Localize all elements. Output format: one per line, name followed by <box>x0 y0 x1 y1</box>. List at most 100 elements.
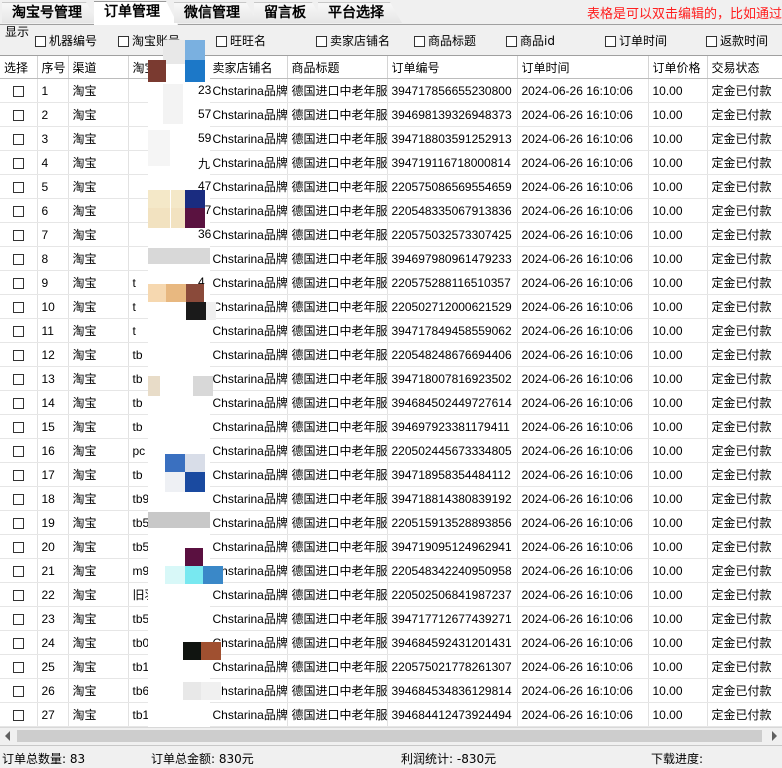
row-order-time[interactable]: 2024-06-26 16:10:06 <box>517 702 649 727</box>
row-index[interactable]: 4 <box>37 150 69 175</box>
row-order-time[interactable]: 2024-06-26 16:10:06 <box>517 414 649 439</box>
col-header-channel[interactable]: 渠道 <box>68 56 129 79</box>
row-order-price[interactable]: 10.00 <box>648 342 708 367</box>
row-order-id[interactable]: 220575288116510357 <box>387 270 518 295</box>
row-index[interactable]: 3 <box>37 126 69 151</box>
option-refund-time[interactable]: 返款时间 <box>706 33 768 49</box>
row-select-cell[interactable] <box>0 414 38 439</box>
row-checkbox[interactable] <box>12 637 24 649</box>
row-order-id[interactable]: 394697923381179411 <box>387 414 518 439</box>
row-order-price[interactable]: 10.00 <box>648 246 708 271</box>
row-select-cell[interactable] <box>0 534 38 559</box>
row-index[interactable]: 16 <box>37 438 69 463</box>
row-order-price[interactable]: 10.00 <box>648 438 708 463</box>
row-channel[interactable]: 淘宝 <box>68 702 129 727</box>
tab-taobao-accounts[interactable]: 淘宝号管理 <box>2 2 98 23</box>
row-channel[interactable]: 淘宝 <box>68 366 129 391</box>
row-trade-status[interactable]: 定金已付款 <box>707 606 782 631</box>
option-machine-number[interactable]: 机器编号 <box>35 33 97 49</box>
row-select-cell[interactable] <box>0 318 38 343</box>
row-channel[interactable]: 淘宝 <box>68 486 129 511</box>
row-trade-status[interactable]: 定金已付款 <box>707 390 782 415</box>
row-product-title[interactable]: 德国进口中老年服 <box>287 678 388 703</box>
row-order-time[interactable]: 2024-06-26 16:10:06 <box>517 390 649 415</box>
row-seller-shop[interactable]: Chstarina品牌 <box>208 654 288 679</box>
row-order-time[interactable]: 2024-06-26 16:10:06 <box>517 126 649 151</box>
row-order-time[interactable]: 2024-06-26 16:10:06 <box>517 342 649 367</box>
row-seller-shop[interactable]: Chstarina品牌 <box>208 486 288 511</box>
row-taobao-account[interactable]: tb6 <box>128 678 209 703</box>
row-index[interactable]: 9 <box>37 270 69 295</box>
row-product-title[interactable]: 德国进口中老年服 <box>287 654 388 679</box>
option-product-id[interactable]: 商品id <box>506 33 555 49</box>
row-order-time[interactable]: 2024-06-26 16:10:06 <box>517 246 649 271</box>
row-order-id[interactable]: 394717712677439271 <box>387 606 518 631</box>
row-index[interactable]: 19 <box>37 510 69 535</box>
row-order-time[interactable]: 2024-06-26 16:10:06 <box>517 678 649 703</box>
row-product-title[interactable]: 德国进口中老年服 <box>287 438 388 463</box>
row-trade-status[interactable]: 定金已付款 <box>707 126 782 151</box>
checkbox[interactable] <box>605 36 616 47</box>
row-order-price[interactable]: 10.00 <box>648 102 708 127</box>
row-order-id[interactable]: 394684502449727614 <box>387 390 518 415</box>
row-channel[interactable]: 淘宝 <box>68 390 129 415</box>
row-channel[interactable]: 淘宝 <box>68 222 129 247</box>
row-order-price[interactable]: 10.00 <box>648 606 708 631</box>
row-order-price[interactable]: 10.00 <box>648 414 708 439</box>
scroll-left-arrow-icon[interactable] <box>5 731 10 741</box>
row-seller-shop[interactable]: Chstarina品牌 <box>208 198 288 223</box>
table-row[interactable]: 6 淘宝 Chstarina品牌 德国进口中老年服 220548335067913836… <box>0 198 782 223</box>
row-order-time[interactable]: 2024-06-26 16:10:06 <box>517 462 649 487</box>
row-index[interactable]: 15 <box>37 414 69 439</box>
row-order-price[interactable]: 10.00 <box>648 486 708 511</box>
row-index[interactable]: 22 <box>37 582 69 607</box>
row-order-id[interactable]: 394719095124962941 <box>387 534 518 559</box>
row-checkbox[interactable] <box>12 253 24 265</box>
row-checkbox[interactable] <box>12 445 24 457</box>
row-product-title[interactable]: 德国进口中老年服 <box>287 558 388 583</box>
row-seller-shop[interactable]: Chstarina品牌 <box>208 318 288 343</box>
row-order-price[interactable]: 10.00 <box>648 222 708 247</box>
row-taobao-account[interactable]: tb0 <box>128 630 209 655</box>
row-index[interactable]: 6 <box>37 198 69 223</box>
row-order-price[interactable]: 10.00 <box>648 174 708 199</box>
row-taobao-account[interactable]: tb9 <box>128 486 209 511</box>
row-order-time[interactable]: 2024-06-26 16:10:06 <box>517 486 649 511</box>
row-taobao-account[interactable]: tb5 <box>128 510 209 535</box>
row-index[interactable]: 17 <box>37 462 69 487</box>
tab-platform-select[interactable]: 平台选择 <box>318 2 402 23</box>
row-seller-shop[interactable]: Chstarina品牌 <box>208 534 288 559</box>
row-product-title[interactable]: 德国进口中老年服 <box>287 318 388 343</box>
col-header-product-title[interactable]: 商品标题 <box>287 56 388 79</box>
row-select-cell[interactable] <box>0 222 38 247</box>
row-select-cell[interactable] <box>0 198 38 223</box>
row-index[interactable]: 1 <box>37 78 69 103</box>
table-row[interactable]: 25 淘宝 tb1 Chstarina品牌 德国进口中老年服 22057502177826… <box>0 654 782 679</box>
row-index[interactable]: 21 <box>37 558 69 583</box>
row-order-time[interactable]: 2024-06-26 16:10:06 <box>517 534 649 559</box>
option-wangwang-name[interactable]: 旺旺名 <box>216 33 266 49</box>
row-index[interactable]: 26 <box>37 678 69 703</box>
row-order-id[interactable]: 394719116718000814 <box>387 150 518 175</box>
row-order-time[interactable]: 2024-06-26 16:10:06 <box>517 558 649 583</box>
row-index[interactable]: 10 <box>37 294 69 319</box>
row-trade-status[interactable]: 定金已付款 <box>707 318 782 343</box>
row-order-time[interactable]: 2024-06-26 16:10:06 <box>517 150 649 175</box>
row-order-time[interactable]: 2024-06-26 16:10:06 <box>517 222 649 247</box>
row-product-title[interactable]: 德国进口中老年服 <box>287 462 388 487</box>
row-checkbox[interactable] <box>12 517 24 529</box>
row-index[interactable]: 20 <box>37 534 69 559</box>
row-taobao-account[interactable] <box>128 246 209 271</box>
row-taobao-account[interactable]: pc <box>128 438 209 463</box>
row-seller-shop[interactable]: Chstarina品牌 <box>208 390 288 415</box>
row-order-time[interactable]: 2024-06-26 16:10:06 <box>517 198 649 223</box>
row-order-time[interactable]: 2024-06-26 16:10:06 <box>517 366 649 391</box>
checkbox[interactable] <box>706 36 717 47</box>
row-select-cell[interactable] <box>0 390 38 415</box>
row-taobao-account[interactable] <box>128 150 209 175</box>
row-index[interactable]: 25 <box>37 654 69 679</box>
row-order-price[interactable]: 10.00 <box>648 366 708 391</box>
row-product-title[interactable]: 德国进口中老年服 <box>287 78 388 103</box>
row-taobao-account[interactable] <box>128 222 209 247</box>
row-seller-shop[interactable]: Chstarina品牌 <box>208 222 288 247</box>
